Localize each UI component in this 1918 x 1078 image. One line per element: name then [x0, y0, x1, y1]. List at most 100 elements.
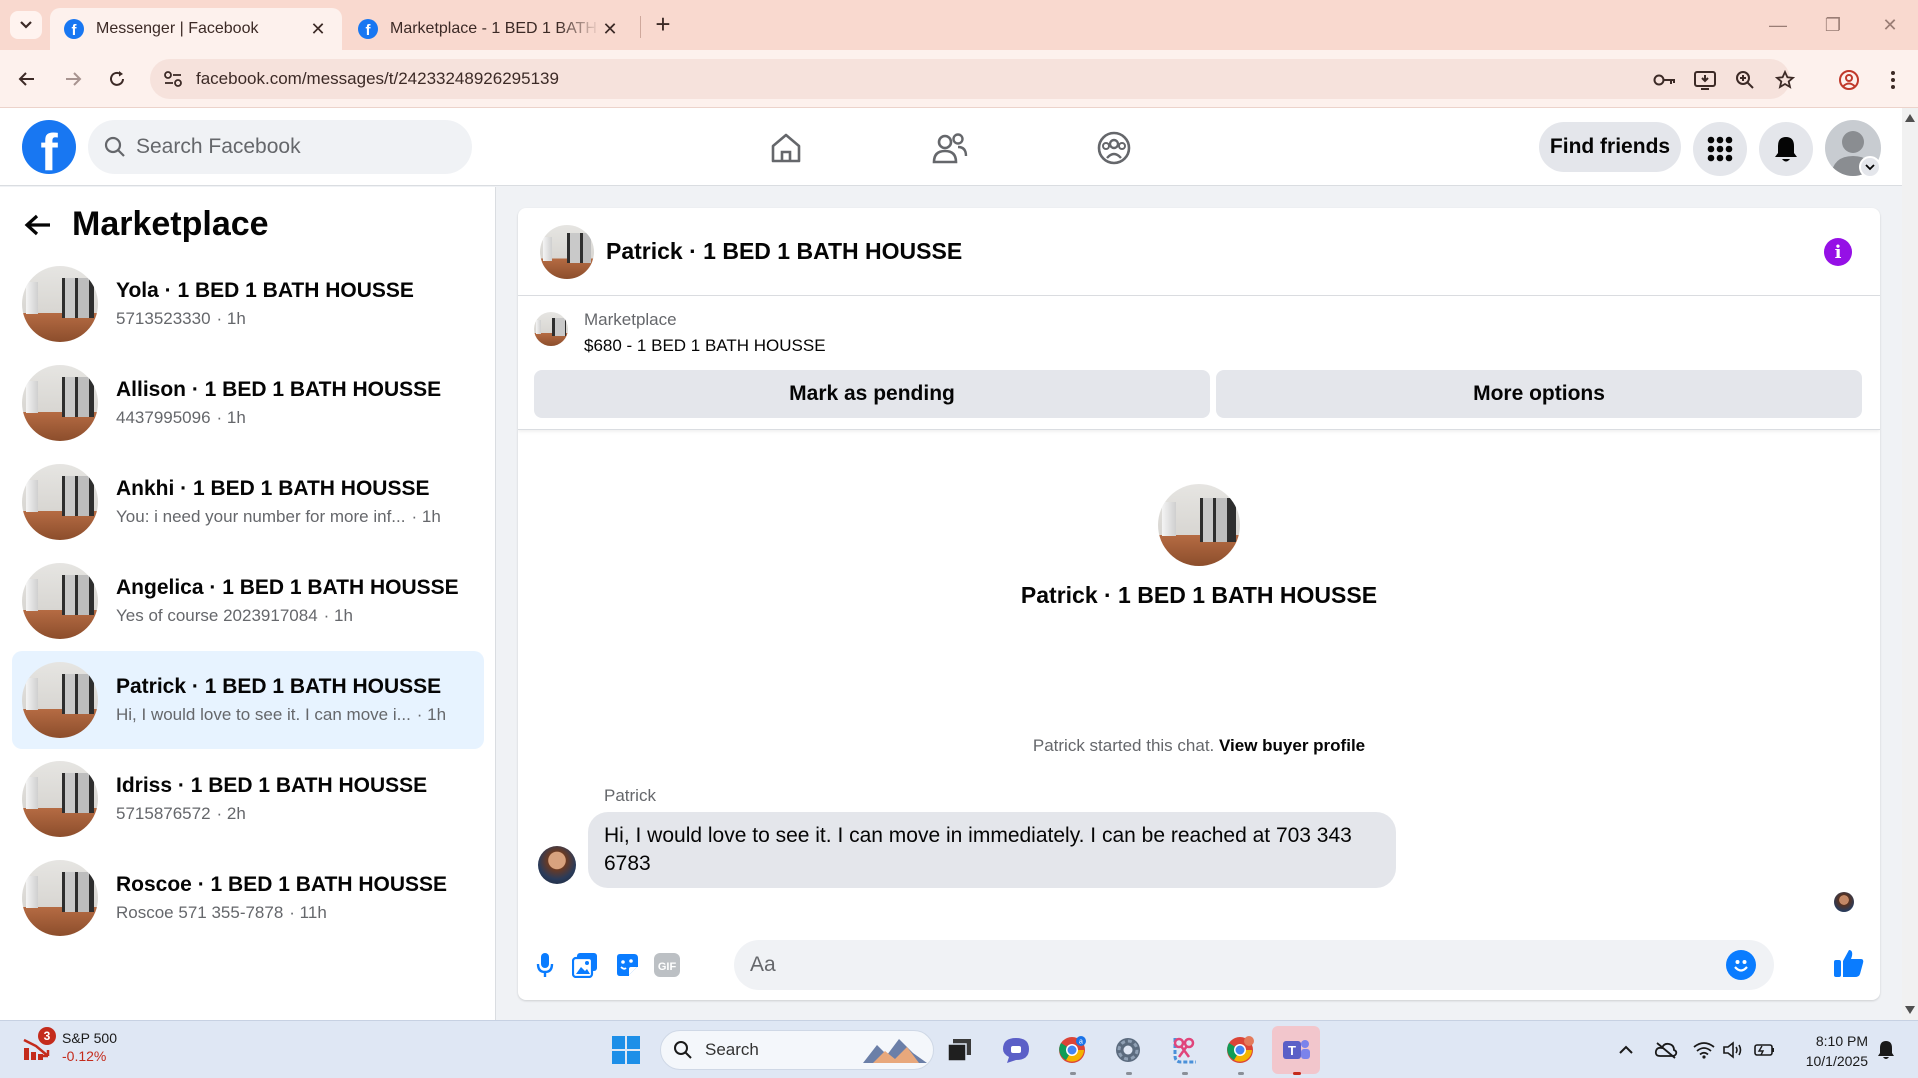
message-input-container[interactable]: [734, 940, 1774, 990]
conversation-text: Idriss · 1 BED 1 BATH HOUSSE 5715876572 · …: [116, 774, 466, 824]
friends-icon[interactable]: [930, 128, 970, 168]
chrome-profile-icon[interactable]: [1222, 1032, 1258, 1068]
conversation-item[interactable]: Angelica · 1 BED 1 BATH HOUSSE Yes of cou…: [12, 552, 484, 650]
running-indicator: [1182, 1072, 1188, 1075]
page-scrollbar[interactable]: [1902, 108, 1918, 1020]
emoji-icon[interactable]: [1726, 950, 1756, 980]
conversation-name: Roscoe · 1 BED 1 BATH HOUSSE: [116, 873, 448, 896]
taskbar-search[interactable]: Search: [660, 1030, 934, 1070]
conversation-text: Angelica · 1 BED 1 BATH HOUSSE Yes of cou…: [116, 576, 466, 626]
windows-taskbar: S&P 500 -0.12% 3 Search a T 8:10 PM 10/1…: [0, 1020, 1918, 1078]
facebook-logo-icon[interactable]: f: [22, 120, 76, 174]
info-icon[interactable]: i: [1824, 238, 1852, 266]
sticker-icon[interactable]: [612, 950, 642, 980]
profile-account-icon[interactable]: [1836, 68, 1862, 92]
teams-icon[interactable]: T: [1272, 1026, 1320, 1074]
close-tab-icon[interactable]: ✕: [600, 19, 620, 40]
back-button[interactable]: [12, 64, 42, 94]
conversation-text: Roscoe · 1 BED 1 BATH HOUSSE Roscoe 571 3…: [116, 873, 466, 923]
volume-icon[interactable]: [1722, 1038, 1746, 1062]
conversation-name: Allison · 1 BED 1 BATH HOUSSE: [116, 378, 442, 401]
task-view-icon[interactable]: [942, 1032, 978, 1068]
facebook-search[interactable]: [88, 120, 472, 174]
scroll-down-arrow-icon[interactable]: [1905, 1006, 1915, 1014]
tab-marketplace[interactable]: f Marketplace - 1 BED 1 BATH HOUSSE ✕: [344, 8, 634, 50]
tab-search-button[interactable]: [10, 11, 42, 39]
conversation-item[interactable]: Ankhi · 1 BED 1 BATH HOUSSE You: i need y…: [12, 453, 484, 551]
address-bar[interactable]: facebook.com/messages/t/2423324892629513…: [150, 59, 1790, 99]
zoom-icon[interactable]: [1732, 68, 1758, 92]
conversation-preview: 5713523330 · 1h: [116, 309, 466, 329]
intro-avatar: [1158, 484, 1240, 566]
battery-icon[interactable]: [1752, 1038, 1776, 1062]
stock-name: S&P 500: [62, 1030, 118, 1046]
sender-avatar[interactable]: [538, 846, 576, 884]
svg-text:a: a: [1079, 1039, 1083, 1046]
close-tab-icon[interactable]: ✕: [308, 19, 328, 40]
tab-title: Marketplace - 1 BED 1 BATH HOUSSE: [390, 20, 600, 37]
restore-button[interactable]: ❐: [1813, 10, 1853, 40]
conversation-item[interactable]: Yola · 1 BED 1 BATH HOUSSE 5713523330 · 1h: [12, 255, 484, 353]
conversation-item[interactable]: Allison · 1 BED 1 BATH HOUSSE 4437995096 ·…: [12, 354, 484, 452]
chat-title[interactable]: Patrick · 1 BED 1 BATH HOUSSE: [606, 238, 962, 265]
chrome-icon[interactable]: a: [1054, 1032, 1090, 1068]
like-thumbs-up-icon[interactable]: [1832, 946, 1866, 980]
conversation-item[interactable]: Roscoe · 1 BED 1 BATH HOUSSE Roscoe 571 3…: [12, 849, 484, 947]
conversation-item[interactable]: Patrick · 1 BED 1 BATH HOUSSE Hi, I would…: [12, 651, 484, 749]
settings-gear-icon[interactable]: [1110, 1032, 1146, 1068]
reload-button[interactable]: [102, 64, 132, 94]
stock-widget[interactable]: S&P 500 -0.12%: [22, 1029, 117, 1064]
onedrive-offline-icon[interactable]: [1654, 1038, 1678, 1062]
find-friends-button[interactable]: Find friends: [1539, 122, 1681, 172]
wifi-icon[interactable]: [1692, 1038, 1716, 1062]
photo-attach-icon[interactable]: [570, 950, 600, 980]
menu-grid-button[interactable]: [1693, 122, 1747, 176]
home-icon[interactable]: [766, 128, 806, 168]
message-input[interactable]: [750, 953, 1710, 977]
new-tab-button[interactable]: +: [648, 11, 678, 38]
running-indicator: [1126, 1072, 1132, 1075]
conversation-last-message: 5713523330: [116, 309, 211, 328]
microphone-icon[interactable]: [530, 950, 560, 980]
conversation-text: Yola · 1 BED 1 BATH HOUSSE 5713523330 · 1h: [116, 279, 466, 329]
notification-bell-icon[interactable]: [1874, 1038, 1898, 1062]
forward-button[interactable]: [58, 64, 88, 94]
intro-name: Patrick · 1 BED 1 BATH HOUSSE: [1020, 582, 1378, 608]
install-app-icon[interactable]: [1692, 68, 1718, 92]
system-clock[interactable]: 8:10 PM 10/1/2025: [1782, 1031, 1868, 1071]
more-options-button[interactable]: More options: [1216, 370, 1862, 418]
chat-app-icon[interactable]: [998, 1032, 1034, 1068]
running-indicator: [1238, 1072, 1244, 1075]
groups-icon[interactable]: [1094, 128, 1134, 168]
bookmark-star-icon[interactable]: [1772, 68, 1798, 92]
conversation-last-message: Roscoe 571 355-7878: [116, 903, 284, 922]
back-arrow-icon[interactable]: [24, 213, 52, 237]
password-key-icon[interactable]: [1652, 68, 1678, 92]
browser-menu-icon[interactable]: [1880, 68, 1906, 92]
tab-messenger[interactable]: f Messenger | Facebook ✕: [50, 8, 342, 50]
stock-change: -0.12%: [62, 1048, 107, 1064]
listing-price-title[interactable]: $680 - 1 BED 1 BATH HOUSSE: [584, 336, 826, 356]
show-hidden-icons-chevron-up-icon[interactable]: [1614, 1038, 1638, 1062]
listing-avatar[interactable]: [540, 224, 594, 279]
conversation-text: Patrick · 1 BED 1 BATH HOUSSE Hi, I would…: [116, 675, 466, 725]
gif-icon[interactable]: GIF: [652, 950, 682, 980]
view-buyer-profile-link[interactable]: View buyer profile: [1219, 736, 1365, 755]
notifications-button[interactable]: [1759, 122, 1813, 176]
conversation-avatar: [22, 365, 98, 441]
conversation-item[interactable]: Idriss · 1 BED 1 BATH HOUSSE 5715876572 · …: [12, 750, 484, 848]
snipping-tool-icon[interactable]: [1166, 1032, 1202, 1068]
scroll-up-arrow-icon[interactable]: [1905, 114, 1915, 122]
conversation-last-message: Hi, I would love to see it. I can move i…: [116, 705, 411, 724]
site-info-icon[interactable]: [150, 70, 196, 88]
conversation-time: · 11h: [289, 903, 327, 922]
message-bubble[interactable]: Hi, I would love to see it. I can move i…: [588, 812, 1396, 888]
start-windows-icon[interactable]: [608, 1032, 644, 1068]
mark-as-pending-button[interactable]: Mark as pending: [534, 370, 1210, 418]
listing-thumbnail[interactable]: [534, 312, 568, 346]
close-window-button[interactable]: ✕: [1870, 10, 1910, 40]
minimize-button[interactable]: —: [1758, 10, 1798, 40]
facebook-search-input[interactable]: [136, 135, 436, 159]
account-chevron-down-icon[interactable]: [1859, 156, 1881, 178]
marketplace-inbox: Marketplace Yola · 1 BED 1 BATH HOUSSE 57…: [0, 187, 496, 1020]
